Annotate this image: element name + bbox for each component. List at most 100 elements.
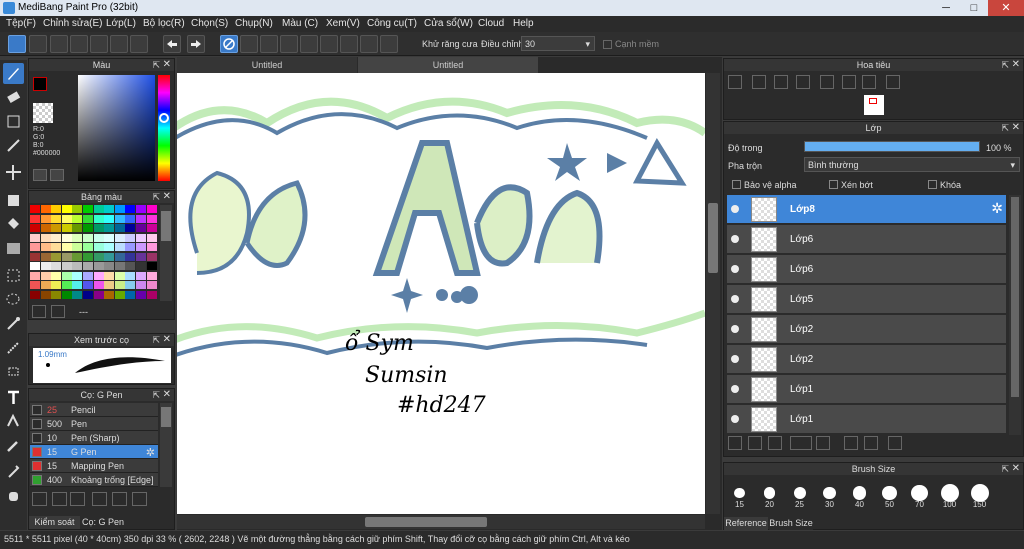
tab-brush-control[interactable]: Kiểm soát cọ bbox=[29, 516, 80, 540]
radial-snap-icon[interactable] bbox=[300, 35, 318, 53]
layer-row[interactable]: Lớp1 bbox=[727, 405, 1006, 434]
palette-swatch[interactable] bbox=[146, 224, 157, 232]
palette-swatch[interactable] bbox=[72, 290, 83, 299]
palette-swatch[interactable] bbox=[72, 262, 83, 270]
palette-swatch[interactable] bbox=[30, 262, 40, 270]
folder-icon[interactable] bbox=[112, 492, 127, 506]
palette-swatch[interactable] bbox=[51, 224, 62, 232]
grid-snap-icon[interactable] bbox=[260, 35, 278, 53]
palette-swatch[interactable] bbox=[93, 205, 104, 213]
close-icon[interactable]: ✕ bbox=[163, 59, 171, 71]
hand-tool-icon[interactable] bbox=[3, 485, 24, 506]
divide-tool-icon[interactable] bbox=[3, 411, 24, 432]
eraser-tool-icon[interactable] bbox=[3, 87, 24, 108]
palette-swatch[interactable] bbox=[125, 252, 136, 261]
redo-icon[interactable] bbox=[187, 35, 205, 53]
palette-swatch[interactable] bbox=[125, 262, 136, 270]
text-tool-icon[interactable] bbox=[3, 387, 24, 408]
palette-swatch[interactable] bbox=[83, 252, 93, 261]
tab-brush-gpen[interactable]: Cọ: G Pen bbox=[81, 516, 125, 529]
palette-swatch[interactable] bbox=[40, 262, 51, 270]
zoom-out-icon[interactable] bbox=[752, 75, 766, 89]
hue-slider[interactable] bbox=[158, 75, 170, 181]
palette-swatch[interactable] bbox=[93, 252, 104, 261]
fill-rect-tool-icon[interactable] bbox=[3, 190, 24, 211]
palette-swatch[interactable] bbox=[93, 214, 104, 223]
brush-item[interactable]: 15 G Pen ✲ bbox=[30, 445, 158, 459]
canvas-hscrollbar[interactable] bbox=[177, 515, 705, 529]
undo-icon[interactable] bbox=[163, 35, 181, 53]
palette-swatch[interactable] bbox=[93, 290, 104, 299]
menu-select[interactable]: Chọn(S) bbox=[191, 18, 228, 29]
palette-swatch[interactable] bbox=[30, 224, 40, 232]
palette-swatch[interactable] bbox=[114, 281, 125, 289]
palette-swatch[interactable] bbox=[40, 224, 51, 232]
palette-swatch[interactable] bbox=[61, 262, 72, 270]
palette-swatch[interactable] bbox=[30, 281, 40, 289]
palette-small-button[interactable] bbox=[33, 169, 47, 181]
palette-swatch[interactable] bbox=[104, 290, 115, 299]
brush-menu-icon[interactable] bbox=[70, 492, 85, 506]
close-icon[interactable]: ✕ bbox=[1012, 122, 1020, 134]
brush-scrollbar[interactable] bbox=[160, 403, 172, 487]
layer-row[interactable]: Lớp8 ✲ bbox=[727, 195, 1006, 224]
tab-reference[interactable]: Reference bbox=[724, 517, 768, 530]
palette-swatch[interactable] bbox=[83, 281, 93, 289]
brush-size-preset[interactable]: 25 bbox=[787, 481, 812, 509]
brush-size-preset[interactable]: 30 bbox=[817, 481, 842, 509]
palette-swatch[interactable] bbox=[93, 262, 104, 270]
palette-swatch[interactable] bbox=[136, 214, 146, 223]
palette-swatch[interactable] bbox=[83, 214, 93, 223]
palette-swatch[interactable] bbox=[51, 214, 62, 223]
close-icon[interactable]: ✕ bbox=[1012, 463, 1020, 475]
eye-icon[interactable] bbox=[731, 265, 739, 273]
palette-scrollbar[interactable] bbox=[160, 205, 172, 301]
layer-row[interactable]: Lớp6 bbox=[727, 225, 1006, 254]
palette-swatch[interactable] bbox=[40, 205, 51, 213]
palette-swatch[interactable] bbox=[104, 262, 115, 270]
brush-item[interactable]: 400 Khoảng trống [Edge] bbox=[30, 473, 158, 487]
tab-brush-size[interactable]: Brush Size bbox=[769, 517, 813, 530]
palette-swatch[interactable] bbox=[136, 271, 146, 280]
palette-swatch[interactable] bbox=[125, 281, 136, 289]
popout-icon[interactable]: ⇱ bbox=[1001, 122, 1009, 134]
palette-swatch[interactable] bbox=[93, 233, 104, 242]
palette-swatch[interactable] bbox=[125, 290, 136, 299]
new-palette-icon[interactable] bbox=[32, 305, 46, 318]
menu-capture[interactable]: Chụp(N) bbox=[235, 18, 273, 29]
palette-swatch[interactable] bbox=[51, 281, 62, 289]
palette-swatch[interactable] bbox=[93, 271, 104, 280]
palette-swatch[interactable] bbox=[51, 205, 62, 213]
palette-swatch[interactable] bbox=[146, 214, 157, 223]
page-icon[interactable] bbox=[90, 35, 108, 53]
hue-handle[interactable] bbox=[159, 113, 169, 123]
brush-size-preset[interactable]: 15 bbox=[727, 481, 752, 509]
concentric-snap-icon[interactable] bbox=[320, 35, 338, 53]
palette-swatch[interactable] bbox=[83, 224, 93, 232]
tab-untitled-2[interactable]: Untitled bbox=[358, 57, 538, 73]
eye-icon[interactable] bbox=[731, 235, 739, 243]
palette-swatch[interactable] bbox=[146, 243, 157, 251]
brush-item[interactable]: 15 Mapping Pen bbox=[30, 459, 158, 473]
palette-swatch[interactable] bbox=[40, 290, 51, 299]
palette-swatch[interactable] bbox=[146, 271, 157, 280]
palette-swatch[interactable] bbox=[104, 224, 115, 232]
clipping-checkbox[interactable] bbox=[829, 180, 838, 189]
picker-small-button[interactable] bbox=[50, 169, 64, 181]
palette-swatch[interactable] bbox=[30, 214, 40, 223]
ellipse-snap-icon[interactable] bbox=[360, 35, 378, 53]
foreground-color[interactable] bbox=[33, 77, 47, 91]
brush-size-preset[interactable]: 50 bbox=[877, 481, 902, 509]
palette-swatch[interactable] bbox=[114, 205, 125, 213]
palette-swatch[interactable] bbox=[61, 271, 72, 280]
close-button[interactable]: ✕ bbox=[988, 0, 1024, 16]
reset-rotate-icon[interactable] bbox=[842, 75, 856, 89]
menu-color[interactable]: Màu (C) bbox=[282, 18, 318, 29]
palette-swatch[interactable] bbox=[146, 290, 157, 299]
palette-swatch[interactable] bbox=[104, 214, 115, 223]
lasso-tool-icon[interactable] bbox=[3, 289, 24, 310]
palette-swatch[interactable] bbox=[40, 233, 51, 242]
close-icon[interactable]: ✕ bbox=[163, 191, 171, 203]
gradient-tool-icon[interactable] bbox=[3, 238, 24, 259]
magic-wand-tool-icon[interactable] bbox=[3, 313, 24, 334]
